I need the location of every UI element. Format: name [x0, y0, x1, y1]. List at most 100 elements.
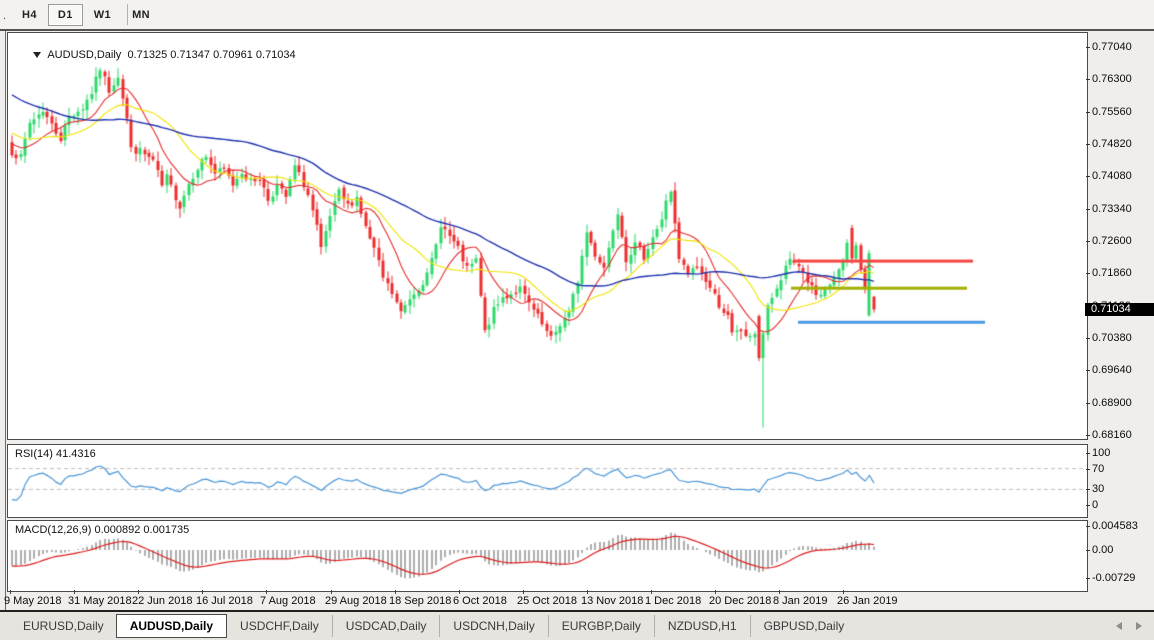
price-scale-label-tick — [1086, 273, 1090, 274]
date-label: 26 Jan 2019 — [837, 595, 898, 607]
rsi-scale-label-tick — [1086, 469, 1090, 470]
date-label: 8 Jan 2019 — [773, 595, 827, 607]
price-scale-label-tick — [1086, 176, 1090, 177]
macd-label: MACD(12,26,9) 0.000892 0.001735 — [15, 524, 189, 536]
tab-scroll-left-icon[interactable] — [1116, 622, 1122, 630]
timeframe-button-h4[interactable]: H4 — [12, 4, 47, 26]
macd-scale-label: -0.00729 — [1092, 572, 1135, 584]
mt4-window: . H4D1W1MN AUDUSD,Daily 0.71325 0.71347 … — [0, 0, 1154, 640]
date-label: 22 Jun 2018 — [132, 595, 193, 607]
price-scale-label-tick — [1086, 403, 1090, 404]
macd-panel: MACD(12,26,9) 0.000892 0.001735 — [7, 520, 1088, 592]
last-price-box: 0.71034 — [1085, 303, 1154, 316]
date-label: 20 Dec 2018 — [709, 595, 771, 607]
date-tick — [266, 590, 267, 594]
price-scale-label: 0.70380 — [1092, 332, 1132, 344]
chart-title-symbol: AUDUSD,Daily — [47, 49, 121, 61]
price-scale-label-tick — [1086, 47, 1090, 48]
chart-tab-nzdusd[interactable]: NZDUSD,H1 — [654, 615, 750, 637]
timeframe-button-w1[interactable]: W1 — [84, 4, 121, 26]
main-chart-panel: AUDUSD,Daily 0.71325 0.71347 0.70961 0.7… — [7, 32, 1088, 440]
chart-tab-usdcnh[interactable]: USDCNH,Daily — [439, 615, 547, 637]
rsi-scale-label: 100 — [1092, 447, 1110, 459]
price-scale-label-tick — [1086, 144, 1090, 145]
macd-scale-label-tick — [1086, 578, 1090, 579]
macd-scale-label-tick — [1086, 526, 1090, 527]
date-label: 6 Oct 2018 — [453, 595, 507, 607]
rsi-scale-label-tick — [1086, 489, 1090, 490]
main-chart-canvas[interactable] — [8, 33, 1085, 437]
price-scale-label: 0.71860 — [1092, 267, 1132, 279]
chart-tab-eurgbp[interactable]: EURGBP,Daily — [548, 615, 654, 637]
chart-tab-usdcad[interactable]: USDCAD,Daily — [332, 615, 440, 637]
date-tick — [779, 590, 780, 594]
timeframe-buttons: H4D1W1MN — [12, 3, 161, 27]
date-tick — [10, 590, 11, 594]
date-tick — [523, 590, 524, 594]
price-scale-label-tick — [1086, 370, 1090, 371]
rsi-scale-label: 0 — [1092, 499, 1098, 511]
price-scale-label-tick — [1086, 338, 1090, 339]
timeframe-button-d1[interactable]: D1 — [48, 4, 83, 26]
price-scale-label: 0.74820 — [1092, 138, 1132, 150]
price-scale-label-tick — [1086, 209, 1090, 210]
price-scale-label: 0.72600 — [1092, 235, 1132, 247]
date-tick — [587, 590, 588, 594]
date-label: 9 May 2018 — [4, 595, 61, 607]
symbol-dropdown-icon[interactable] — [33, 52, 41, 58]
toolbar-partial-button[interactable]: . — [3, 10, 6, 22]
date-tick — [331, 590, 332, 594]
date-label: 13 Nov 2018 — [581, 595, 643, 607]
date-label: 1 Dec 2018 — [645, 595, 701, 607]
date-tick — [459, 590, 460, 594]
tab-scroll-right-icon[interactable] — [1136, 622, 1142, 630]
date-tick — [74, 590, 75, 594]
rsi-label: RSI(14) 41.4316 — [15, 448, 96, 460]
chart-tabbar: EURUSD,DailyAUDUSD,DailyUSDCHF,DailyUSDC… — [0, 610, 1154, 640]
rsi-scale-label: 30 — [1092, 483, 1104, 495]
price-scale-label: 0.76300 — [1092, 73, 1132, 85]
chart-tab-audusd[interactable]: AUDUSD,Daily — [116, 614, 227, 638]
date-label: 18 Sep 2018 — [389, 595, 451, 607]
date-tick — [651, 590, 652, 594]
price-scale-label: 0.69640 — [1092, 364, 1132, 376]
price-scale-label: 0.74080 — [1092, 170, 1132, 182]
date-label: 25 Oct 2018 — [517, 595, 577, 607]
date-label: 16 Jul 2018 — [196, 595, 253, 607]
chart-tab-gbpusd[interactable]: GBPUSD,Daily — [750, 615, 858, 637]
price-scale-label-tick — [1086, 79, 1090, 80]
chart-title-ohlc: 0.71325 0.71347 0.70961 0.71034 — [127, 49, 295, 61]
price-scale-label: 0.77040 — [1092, 41, 1132, 53]
chart-title: AUDUSD,Daily 0.71325 0.71347 0.70961 0.7… — [15, 37, 296, 73]
price-scale-label-tick — [1086, 435, 1090, 436]
date-tick — [395, 590, 396, 594]
date-label: 31 May 2018 — [68, 595, 132, 607]
price-scale-label-tick — [1086, 112, 1090, 113]
macd-scale-label: 0.004583 — [1092, 520, 1138, 532]
macd-scale-label: 0.00 — [1092, 544, 1113, 556]
price-scale-label: 0.73340 — [1092, 203, 1132, 215]
chart-tabs: EURUSD,DailyAUDUSD,DailyUSDCHF,DailyUSDC… — [10, 612, 857, 640]
rsi-scale-label: 70 — [1092, 463, 1104, 475]
rsi-canvas[interactable] — [8, 445, 1085, 515]
price-scale-label: 0.68160 — [1092, 429, 1132, 441]
chart-tab-usdchf[interactable]: USDCHF,Daily — [227, 615, 332, 637]
date-tick — [138, 590, 139, 594]
price-scale-label-tick — [1086, 241, 1090, 242]
timeframe-toolbar: . H4D1W1MN — [0, 0, 1154, 29]
date-tick — [202, 590, 203, 594]
macd-scale-label-tick — [1086, 550, 1090, 551]
price-scale-label: 0.68900 — [1092, 397, 1132, 409]
date-label: 7 Aug 2018 — [260, 595, 316, 607]
rsi-scale-label-tick — [1086, 453, 1090, 454]
date-tick — [715, 590, 716, 594]
chart-tab-eurusd[interactable]: EURUSD,Daily — [10, 615, 117, 637]
toolbar-separator — [127, 4, 128, 25]
rsi-scale-label-tick — [1086, 505, 1090, 506]
date-tick — [843, 590, 844, 594]
rsi-panel: RSI(14) 41.4316 — [7, 444, 1088, 518]
chart-frame-top — [0, 29, 1154, 31]
date-label: 29 Aug 2018 — [325, 595, 387, 607]
price-scale-label: 0.75560 — [1092, 106, 1132, 118]
chart-frame-left — [5, 31, 6, 610]
